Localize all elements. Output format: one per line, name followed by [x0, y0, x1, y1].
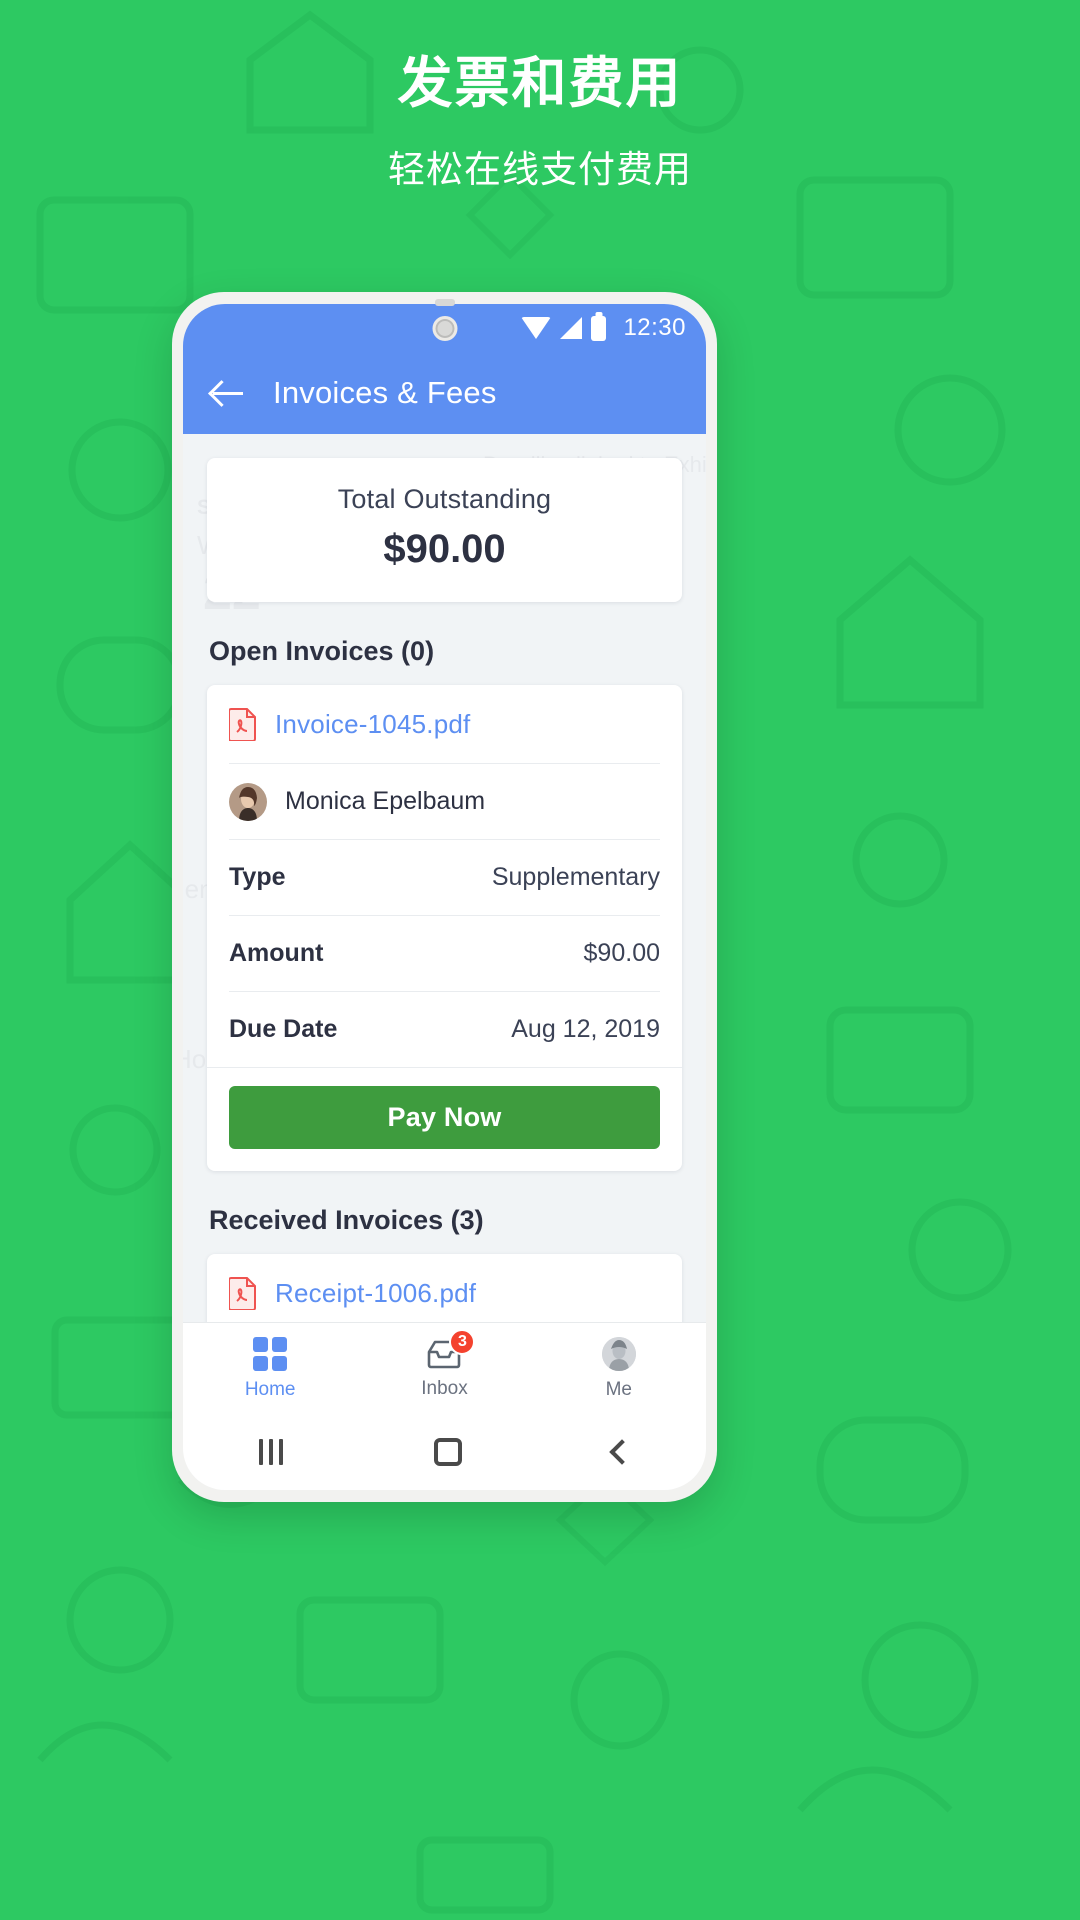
- wifi-icon: [521, 317, 552, 339]
- detail-label: Due Date: [229, 1015, 338, 1043]
- invoice-detail-row: Type Supplementary: [229, 839, 660, 915]
- inbox-icon: 3: [426, 1328, 476, 1370]
- nav-item-home[interactable]: Home: [183, 1336, 357, 1401]
- detail-label: Type: [229, 863, 286, 891]
- back-icon[interactable]: [608, 1439, 635, 1465]
- bottom-navigation: Home 3 Inbox Me: [183, 1322, 706, 1414]
- camera-icon: [432, 316, 457, 341]
- pay-now-button[interactable]: Pay Now: [229, 1086, 660, 1149]
- detail-value: Aug 12, 2019: [511, 1015, 660, 1043]
- invoice-file-row[interactable]: Receipt-1006.pdf: [207, 1254, 682, 1322]
- total-outstanding-value: $90.00: [383, 527, 506, 571]
- nav-label-inbox: Inbox: [421, 1377, 468, 1399]
- invoice-file-name[interactable]: Receipt-1006.pdf: [275, 1278, 476, 1309]
- promo-subtitle: 轻松在线支付费用: [388, 149, 692, 191]
- app-bar: Invoices & Fees: [183, 352, 706, 434]
- promo-block: 发票和费用 轻松在线支付费用: [0, 52, 1080, 193]
- recents-icon[interactable]: [258, 1439, 283, 1465]
- nav-item-inbox[interactable]: 3 Inbox: [357, 1328, 531, 1400]
- invoice-card-received[interactable]: Receipt-1006.pdf: [207, 1254, 682, 1322]
- detail-value: $90.00: [583, 939, 660, 967]
- content-scroll[interactable]: Deadline linked to Exhibition SEPTEMBER …: [183, 434, 706, 1322]
- nav-label-home: Home: [244, 1378, 296, 1400]
- status-icons: 12:30: [521, 314, 686, 342]
- status-bar: 12:30: [183, 304, 706, 352]
- total-outstanding-card: Total Outstanding $90.00: [207, 458, 682, 602]
- section-title-received-invoices: Received Invoices (3): [209, 1205, 484, 1235]
- invoice-detail-row: Due Date Aug 12, 2019: [229, 991, 660, 1067]
- invoice-file-name[interactable]: Invoice-1045.pdf: [275, 709, 470, 740]
- invoice-detail-row: Amount $90.00: [229, 915, 660, 991]
- invoice-person-row: Monica Epelbaum: [229, 763, 660, 839]
- avatar: [229, 782, 267, 821]
- pdf-icon: [228, 707, 257, 742]
- nav-label-me: Me: [605, 1378, 633, 1400]
- detail-value: Supplementary: [491, 863, 660, 891]
- section-title-open-invoices: Open Invoices (0): [209, 636, 435, 666]
- signal-icon: [560, 317, 583, 339]
- invoice-card-open[interactable]: Invoice-1045.pdf Monica Epelbaum Type Su…: [207, 685, 682, 1171]
- phone-screen: 12:30 Invoices & Fees Deadline linked to…: [183, 304, 706, 1490]
- nav-item-me[interactable]: Me: [532, 1336, 706, 1401]
- back-arrow-icon[interactable]: [211, 376, 245, 410]
- page-title: Invoices & Fees: [273, 375, 497, 410]
- promo-title: 发票和费用: [397, 52, 683, 114]
- system-navigation-bar: [183, 1414, 706, 1490]
- home-icon[interactable]: [433, 1438, 462, 1466]
- invoice-file-row[interactable]: Invoice-1045.pdf: [207, 685, 682, 763]
- avatar-icon: [601, 1336, 636, 1371]
- pay-now-wrapper: Pay Now: [207, 1067, 682, 1171]
- invoice-person-name: Monica Epelbaum: [285, 787, 486, 815]
- battery-icon: [591, 315, 607, 341]
- phone-mockup: 12:30 Invoices & Fees Deadline linked to…: [172, 292, 717, 1502]
- pdf-icon: [228, 1276, 257, 1311]
- total-outstanding-label: Total Outstanding: [337, 484, 552, 514]
- grid-icon: [253, 1336, 288, 1371]
- status-time: 12:30: [623, 314, 686, 341]
- inbox-badge: 3: [449, 1328, 476, 1355]
- detail-label: Amount: [229, 939, 324, 967]
